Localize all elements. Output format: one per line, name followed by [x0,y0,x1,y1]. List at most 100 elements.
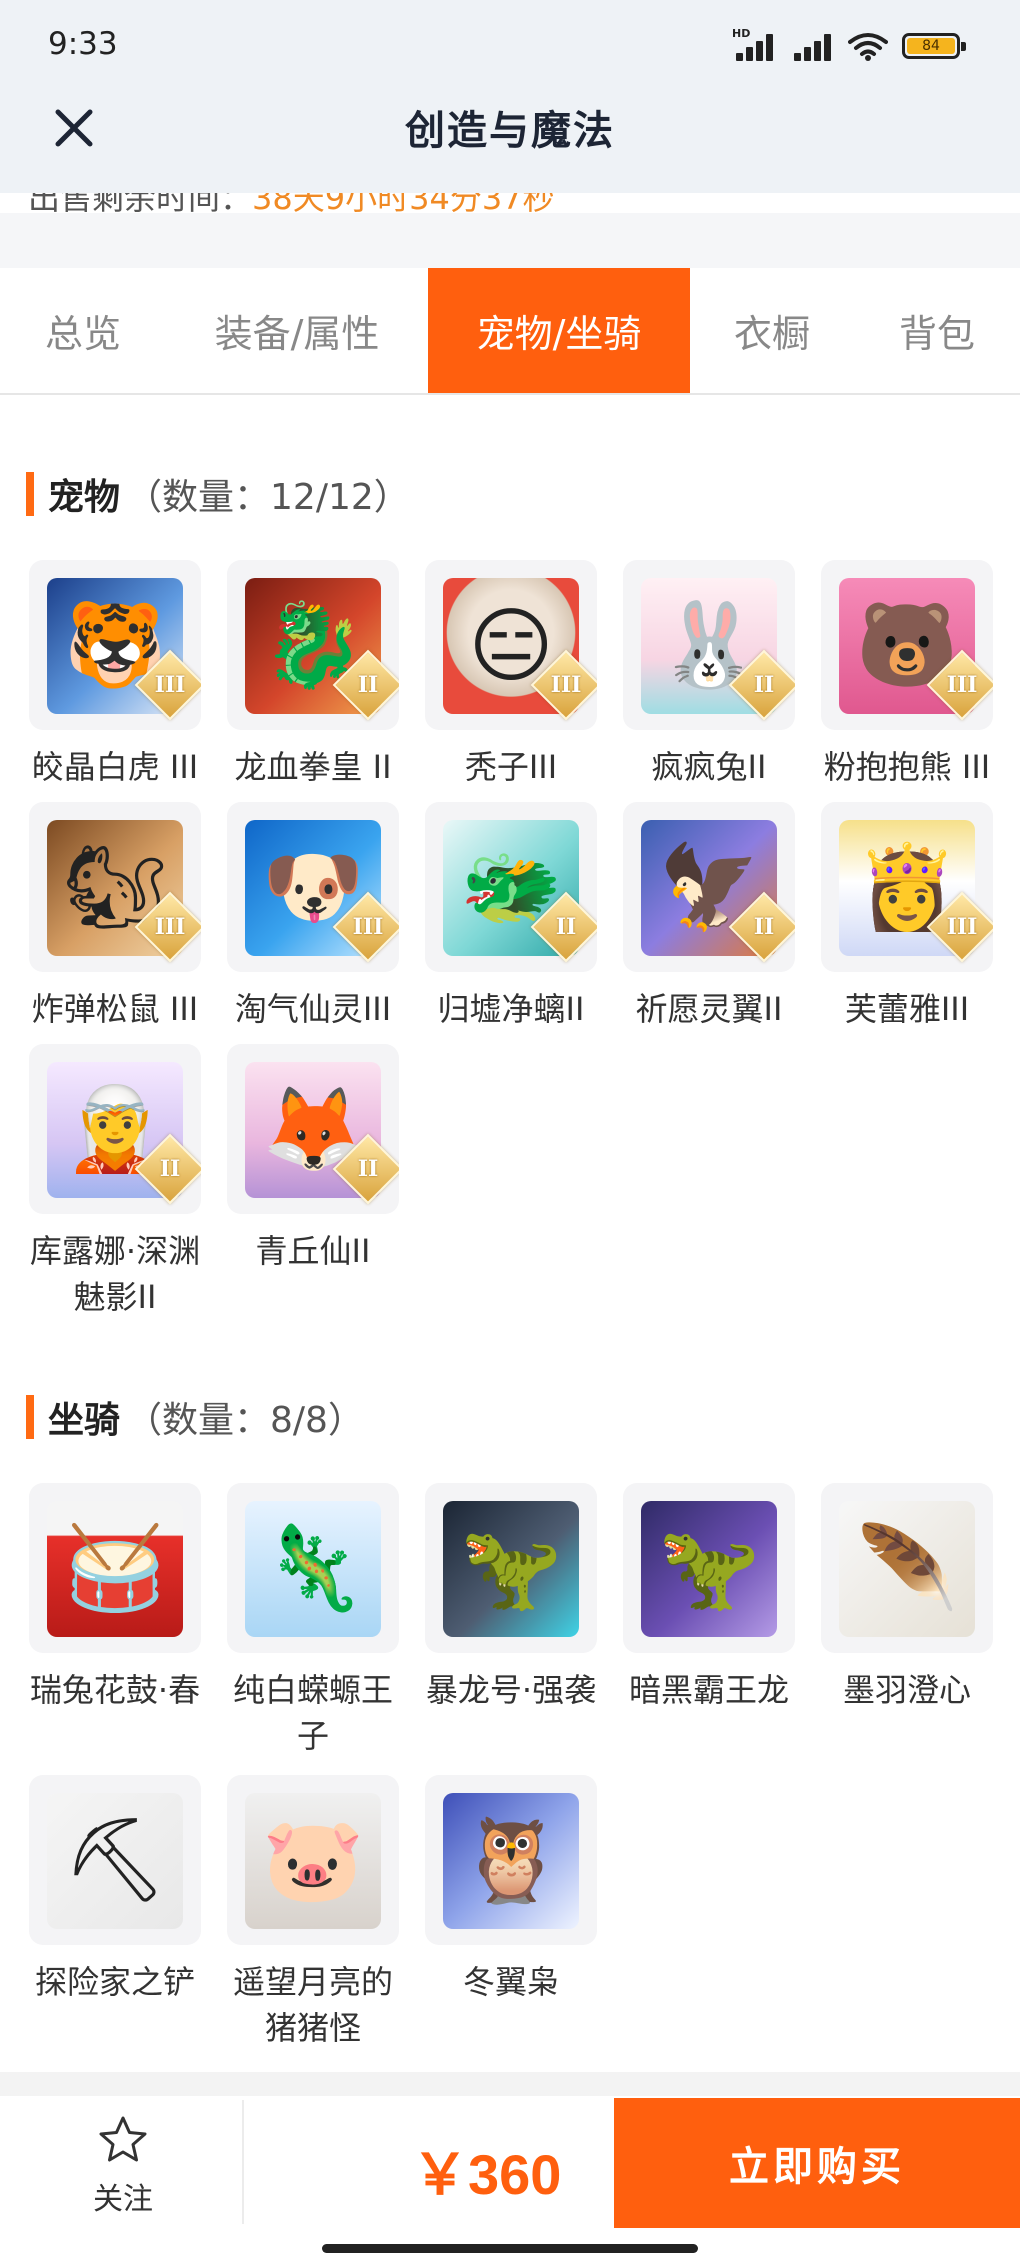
top-bar: 9:33 HD 84 创造与魔法 [0,0,1020,193]
shovel-icon[interactable]: ⛏ [29,1775,201,1945]
tier-label: III [946,672,978,698]
section-gap [0,213,1020,268]
tab-backpack[interactable]: 背包 [854,268,1020,393]
tab-overview[interactable]: 总览 [0,268,166,393]
section-marker [26,1395,34,1439]
mount-name: 冬翼枭 [462,1963,559,2001]
mounts-title: 坐骑 [48,1400,121,1441]
battery-icon: 84 [902,33,966,59]
pet-name: 疯疯兔II [651,748,767,786]
pets-section-title: 宠物 （数量：12/12） [26,470,410,518]
pet-item[interactable]: 🐰 II 疯疯兔II [594,560,795,790]
item-art: 🐷 [245,1793,381,1929]
sea-dragon-icon[interactable]: 🐲 II [425,802,597,972]
item-glyph: 🦖 [459,1521,563,1616]
owl-icon[interactable]: 🦉 [425,1775,597,1945]
blue-fairy-icon[interactable]: 🐶 III [227,802,399,972]
item-glyph: 🥁 [63,1521,167,1616]
signal-hd-icon: HD [732,27,776,61]
tab-pets-mounts[interactable]: 宠物/坐骑 [428,268,690,393]
pet-name: 淘气仙灵III [234,990,392,1028]
item-glyph: 🐷 [261,1813,365,1908]
pet-item[interactable]: 🐿 III 炸弹松鼠 III [0,802,201,1032]
tier-label: II [753,914,775,940]
pet-name: 秃子III [464,748,558,786]
home-indicator[interactable] [322,2244,698,2253]
axolotl-icon[interactable]: 🦎 [227,1483,399,1653]
pet-item[interactable]: 🐉 II 龙血拳皇 II [198,560,399,790]
pig-icon[interactable]: 🐷 [227,1775,399,1945]
item-art: 🦖 [443,1501,579,1637]
item-art: 🦎 [245,1501,381,1637]
countdown-value: 38天9小时34分37秒 [252,193,555,213]
tab-wardrobe[interactable]: 衣橱 [690,268,854,393]
follow-label: 关注 [93,2182,153,2217]
pet-item[interactable]: 🦅 II 祈愿灵翼II [594,802,795,1032]
pet-item[interactable]: 🐶 III 淘气仙灵III [198,802,399,1032]
mount-item[interactable]: 🦎 纯白蝾螈王子 [198,1483,399,1759]
pet-name: 库露娜·深渊魅影II [29,1232,201,1316]
tier-label: III [550,672,582,698]
squirrel-icon[interactable]: 🐿 III [29,802,201,972]
drum-icon[interactable]: 🥁 [29,1483,201,1653]
tier-label: III [352,914,384,940]
item-glyph: 🪶 [855,1521,959,1616]
tier-label: III [946,914,978,940]
mech-dino-icon[interactable]: 🦖 [425,1483,597,1653]
abyss-girl-icon[interactable]: 🧝 II [29,1044,201,1214]
battery-level: 84 [907,38,955,54]
pink-bear-icon[interactable]: 🐻 III [821,560,993,730]
feather-staff-icon[interactable]: 🪶 [821,1483,993,1653]
bottom-divider [0,2072,1020,2096]
item-art: 🦉 [443,1793,579,1929]
pet-item[interactable]: 🐯 III 皎晶白虎 III [0,560,201,790]
tier-label: II [357,1156,379,1182]
item-glyph: 🦖 [657,1521,761,1616]
mount-name: 暗黑霸王龙 [628,1671,789,1709]
tab-bar: 总览 装备/属性 宠物/坐骑 衣橱 背包 [0,268,1020,395]
mount-item[interactable]: 🦖 暴龙号·强袭 [396,1483,597,1713]
price: ￥360 [412,2143,562,2206]
goddess-icon[interactable]: 👸 III [821,802,993,972]
trex-icon[interactable]: 🦖 [623,1483,795,1653]
white-tiger-icon[interactable]: 🐯 III [29,560,201,730]
fox-fairy-icon[interactable]: 🦊 II [227,1044,399,1214]
pet-item[interactable]: 🧝 II 库露娜·深渊魅影II [0,1044,201,1320]
pet-name: 炸弹松鼠 III [31,990,199,1028]
pet-item[interactable]: 😑 III 秃子III [396,560,597,790]
wifi-icon [848,33,888,61]
pets-count: （数量：12/12） [126,477,410,518]
tab-equipment[interactable]: 装备/属性 [166,268,428,393]
item-art: 🥁 [47,1501,183,1637]
tier-label: II [159,1156,181,1182]
signal-icon [790,31,834,61]
bald-head-icon[interactable]: 😑 III [425,560,597,730]
countdown-label: 出售剩余时间： [28,193,253,213]
follow-button[interactable]: 关注 [60,2114,186,2218]
tier-label: II [753,672,775,698]
pet-item[interactable]: 🐻 III 粉抱抱熊 III [792,560,993,790]
mounts-section-title: 坐骑 （数量：8/8） [26,1393,364,1441]
pet-item[interactable]: 🐲 II 归墟净螭II [396,802,597,1032]
rabbit-icon[interactable]: 🐰 II [623,560,795,730]
dragon-blood-icon[interactable]: 🐉 II [227,560,399,730]
item-art: ⛏ [47,1793,183,1929]
page-title: 创造与魔法 [405,107,615,154]
mount-item[interactable]: 🥁 瑞兔花鼓·春 [0,1483,201,1713]
mount-name: 探险家之铲 [34,1963,195,2001]
mount-item[interactable]: 🐷 遥望月亮的猪猪怪 [198,1775,399,2051]
pet-name: 龙血拳皇 II [234,748,392,786]
mount-name: 纯白蝾螈王子 [232,1671,393,1755]
pet-name: 粉抱抱熊 III [823,748,991,786]
pet-item[interactable]: 🦊 II 青丘仙II [198,1044,399,1274]
mount-item[interactable]: 🪶 墨羽澄心 [792,1483,993,1713]
star-icon [99,2116,147,2162]
pet-item[interactable]: 👸 III 芙蕾雅III [792,802,993,1032]
mount-item[interactable]: 🦖 暗黑霸王龙 [594,1483,795,1713]
buy-now-button[interactable]: 立即购买 [614,2098,1020,2228]
griffin-icon[interactable]: 🦅 II [623,802,795,972]
mount-item[interactable]: 🦉 冬翼枭 [396,1775,597,2005]
mount-item[interactable]: ⛏ 探险家之铲 [0,1775,201,2005]
tier-label: II [357,672,379,698]
tier-label: II [555,914,577,940]
